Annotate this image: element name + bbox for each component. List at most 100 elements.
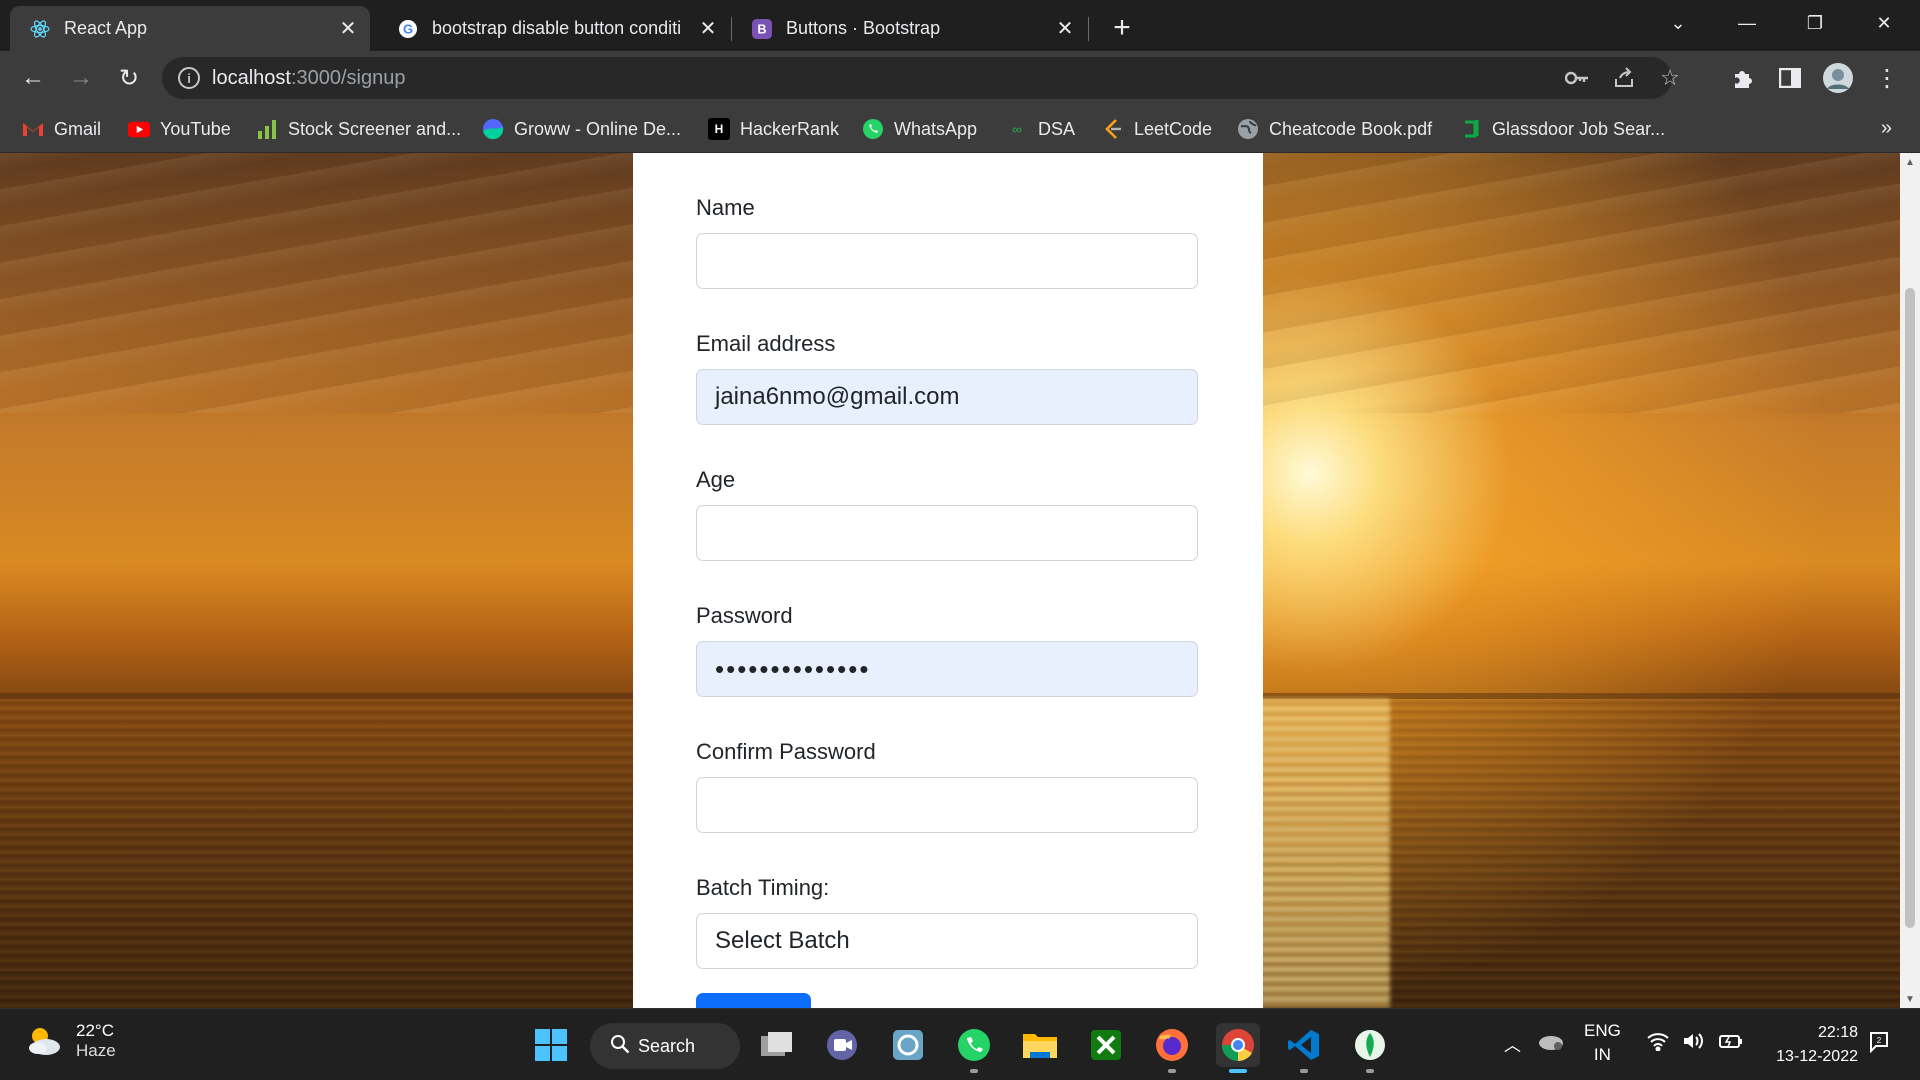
snipping-tool-icon[interactable] [886,1023,930,1067]
running-indicator [1366,1069,1374,1073]
language-indicator[interactable]: ENG IN [1584,1019,1621,1067]
tab-title: Buttons · Bootstrap [786,18,941,38]
scrollbar-thumb[interactable] [1905,288,1915,928]
submit-button[interactable]: Submit [696,993,811,1008]
volume-icon[interactable] [1682,1031,1706,1056]
password-label: Password [696,603,793,628]
whatsapp-icon[interactable] [952,1023,996,1073]
email-input[interactable]: jaina6nmo@gmail.com [696,369,1198,425]
bookmark-hackerrank[interactable]: H HackerRank [708,115,839,143]
vscode-icon[interactable] [1282,1023,1326,1073]
extensions-icon[interactable] [1726,61,1760,95]
search-icon [610,1034,630,1059]
back-button[interactable]: ← [16,61,50,95]
chrome-icon[interactable] [1216,1023,1260,1073]
bookmark-youtube[interactable]: YouTube [128,115,231,143]
notifications-icon[interactable]: 2 [1868,1031,1890,1058]
signup-form: Name Email address jaina6nmo@gmail.com A… [696,193,1198,1008]
minimize-button[interactable]: — [1727,8,1767,38]
tab-search-icon[interactable]: ⌄ [1658,8,1698,38]
profile-avatar[interactable] [1821,61,1855,95]
bookmark-gmail[interactable]: Gmail [22,115,101,143]
side-panel-icon[interactable] [1773,61,1807,95]
dsa-icon: ∞ [1012,121,1022,137]
reload-button[interactable]: ↻ [112,61,146,95]
task-view-icon[interactable] [755,1023,799,1067]
bookmark-leetcode[interactable]: LeetCode [1102,115,1212,143]
show-hidden-icons[interactable]: ︿ [1504,1031,1521,1056]
bookmark-whatsapp[interactable]: WhatsApp [862,115,977,143]
batch-select[interactable]: Select Batch [696,913,1198,969]
tab-bootstrap-buttons[interactable]: B Buttons · Bootstrap ✕ [732,6,1087,51]
share-icon[interactable] [1609,63,1639,93]
forward-button[interactable]: → [64,61,98,95]
bookmark-label: YouTube [160,118,231,139]
tab-react-app[interactable]: React App ✕ [10,6,370,51]
battery-icon[interactable] [1718,1031,1744,1056]
key-icon[interactable] [1562,63,1592,93]
bookmark-label: Groww - Online De... [514,118,682,139]
xbox-icon[interactable] [1084,1023,1128,1067]
system-clock[interactable]: 22:18 13-12-2022 [1776,1021,1858,1069]
bookmark-glassdoor[interactable]: Glassdoor Job Sear... [1460,115,1665,143]
confirm-password-input[interactable] [696,777,1198,833]
svg-text:B: B [757,21,766,36]
start-button[interactable] [529,1023,573,1067]
weather-condition: Haze [76,1041,116,1060]
bookmark-label: WhatsApp [894,118,978,139]
url-text[interactable]: localhost:3000/signup [212,67,405,90]
taskbar-search[interactable]: Search [590,1023,740,1069]
bookmark-label: LeetCode [1134,118,1213,139]
scroll-down-arrow-icon[interactable]: ▼ [1900,990,1920,1008]
page-scrollbar[interactable]: ▲ ▼ [1900,153,1920,1008]
close-tab-icon[interactable]: ✕ [334,15,362,43]
bookmark-label: Stock Screener and... [288,118,462,139]
windows-taskbar: 22°C Haze Search ︿ ENG IN 22:18 13-12-20… [0,1008,1920,1080]
more-bookmarks-icon[interactable]: » [1881,117,1892,140]
star-icon[interactable]: ☆ [1655,63,1685,93]
close-tab-icon[interactable]: ✕ [1051,15,1079,43]
weather-widget[interactable]: 22°C Haze [24,1021,116,1061]
bookmark-label: HackerRank [740,118,840,139]
glassdoor-icon [1460,118,1482,140]
bookmark-cheatcode[interactable]: Cheatcode Book.pdf [1237,115,1432,143]
weather-haze-icon [24,1021,64,1061]
bookmark-groww[interactable]: Groww - Online De... [482,115,681,143]
file-explorer-icon[interactable] [1018,1023,1062,1067]
chrome-menu-icon[interactable]: ⋮ [1870,61,1904,95]
batch-timing-label: Batch Timing: [696,875,830,900]
name-input[interactable] [696,233,1198,289]
new-tab-button[interactable]: + [1106,11,1138,44]
restore-button[interactable]: ❐ [1795,8,1835,38]
age-input[interactable] [696,505,1198,561]
email-label: Email address [696,331,836,356]
onedrive-icon[interactable] [1536,1031,1564,1056]
active-indicator [1229,1069,1247,1073]
scroll-up-arrow-icon[interactable]: ▲ [1900,153,1920,171]
wifi-icon[interactable] [1646,1031,1670,1056]
tab-title: bootstrap disable button conditi [432,18,682,38]
address-bar[interactable]: i localhost:3000/signup ☆ [162,57,1680,99]
hackerrank-icon: H [708,118,730,140]
bookmark-dsa[interactable]: ∞ DSA [1006,115,1075,143]
tab-divider [1088,17,1089,41]
page-background: Name Email address jaina6nmo@gmail.com A… [0,153,1900,1008]
url-path: :3000/signup [290,67,406,89]
region-code: IN [1593,1045,1611,1064]
sun-reflection [1250,699,1390,1008]
teams-chat-icon[interactable] [820,1023,864,1067]
bar-chart-icon [256,118,278,140]
close-tab-icon[interactable]: ✕ [694,15,722,43]
tab-bootstrap-search[interactable]: G bootstrap disable button conditi ✕ [378,6,730,51]
bookmark-stock-screener[interactable]: Stock Screener and... [256,115,461,143]
close-window-button[interactable]: ✕ [1864,8,1904,38]
site-info-icon[interactable]: i [178,67,200,89]
youtube-icon [128,118,150,140]
firefox-icon[interactable] [1150,1023,1194,1073]
react-icon [30,19,50,39]
bookmark-label: Gmail [54,118,102,139]
browser-toolbar: ← → ↻ i localhost:3000/signup ☆ ⋮ [0,51,1920,105]
mongodb-compass-icon[interactable] [1348,1023,1392,1073]
password-input[interactable]: •••••••••••••• [696,641,1198,697]
name-label: Name [696,195,755,220]
